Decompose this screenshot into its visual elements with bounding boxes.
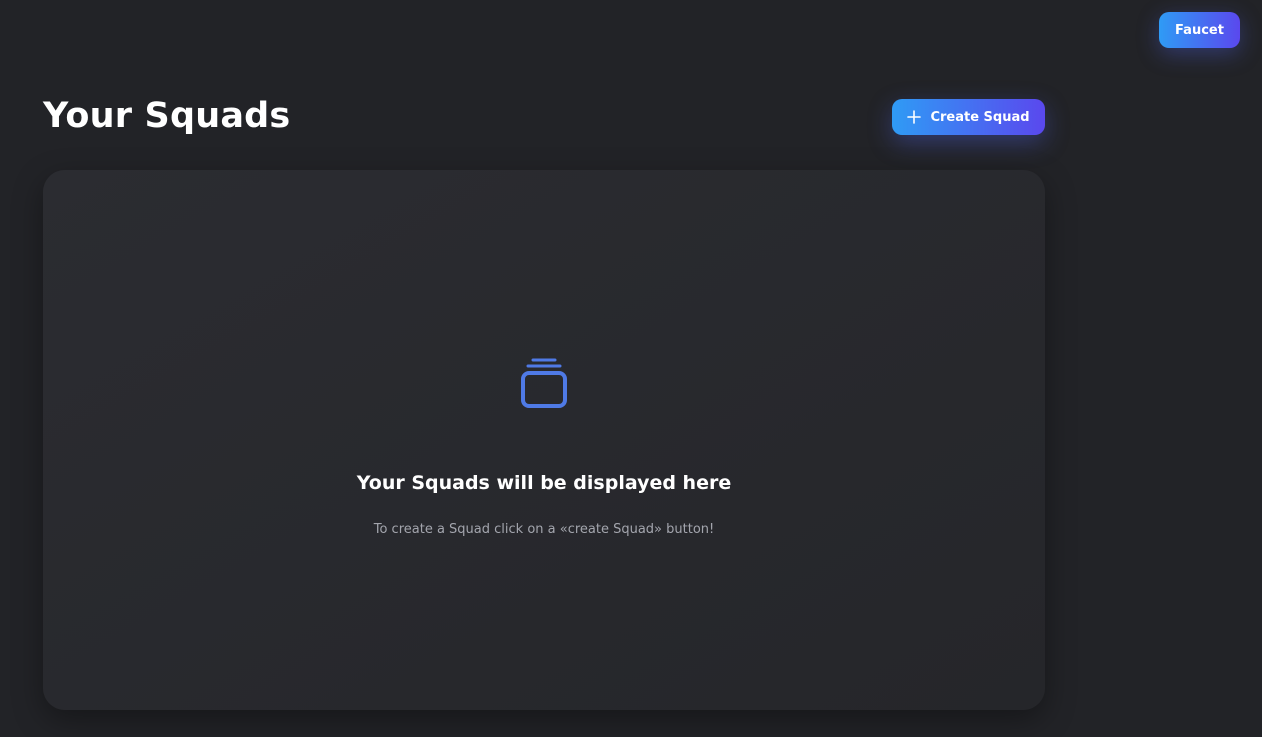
create-squad-button[interactable]: Create Squad	[892, 99, 1045, 135]
page: Faucet Your Squads Create Squad Your Squ…	[0, 0, 1262, 737]
empty-state-subtitle: To create a Squad click on a «create Squ…	[373, 522, 715, 537]
squads-panel: Your Squads will be displayed here To cr…	[43, 170, 1045, 710]
plus-icon	[907, 110, 922, 124]
stack-icon	[520, 356, 568, 408]
empty-state-title: Your Squads will be displayed here	[356, 472, 732, 494]
page-title: Your Squads	[43, 96, 291, 136]
create-squad-label: Create Squad	[930, 109, 1030, 125]
faucet-button[interactable]: Faucet	[1159, 12, 1240, 48]
